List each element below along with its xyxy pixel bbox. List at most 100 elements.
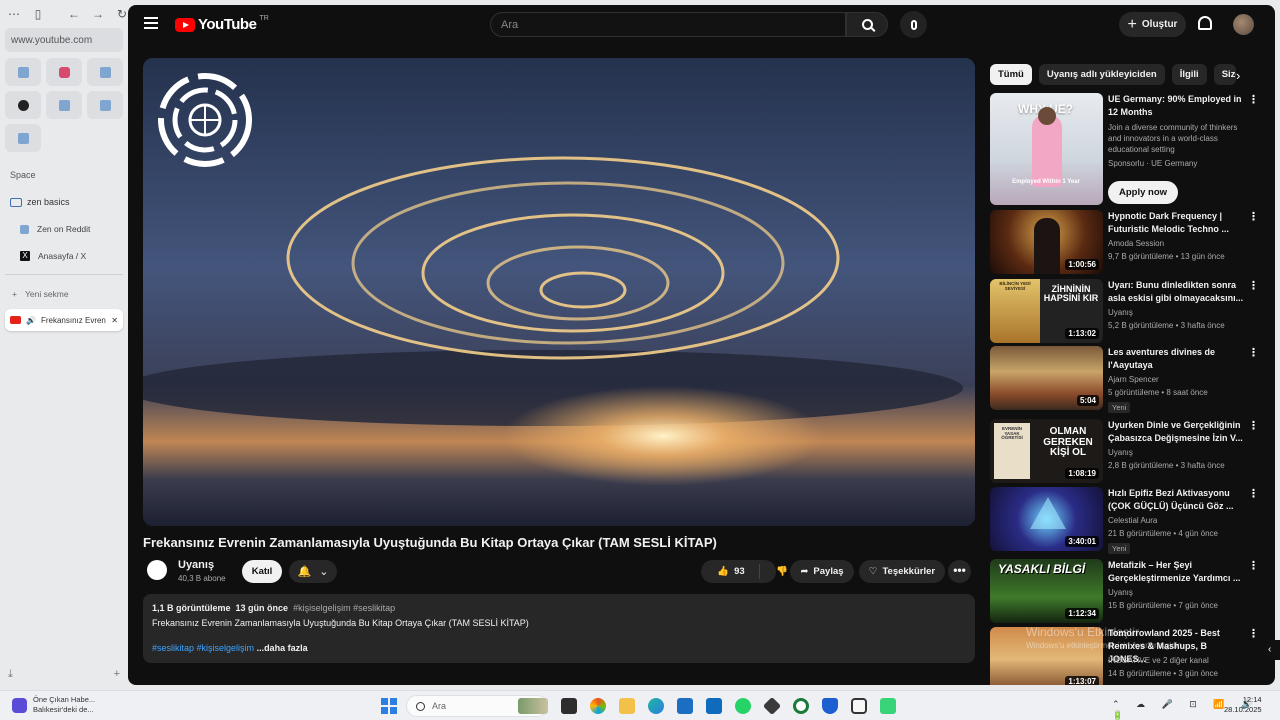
chip-for-you[interactable]: Size	[1213, 64, 1236, 85]
ad-thumbnail: WHY UE? Employed Within 1 Year	[990, 93, 1103, 205]
duration-badge: 1:12:34	[1065, 608, 1099, 619]
chip-from-uploader[interactable]: Uyanış adlı yükleyiciden	[1038, 64, 1165, 85]
add-icon[interactable]: +	[114, 668, 120, 681]
search-highlight-icon[interactable]	[518, 698, 548, 714]
rec-channel: Amoda Session	[1108, 239, 1165, 248]
speaker-icon[interactable]: 🔊	[26, 316, 36, 325]
search-input[interactable]: Ara	[490, 12, 846, 37]
description-box[interactable]: 1,1 B görüntüleme 13 gün önce #kişiselge…	[143, 594, 975, 663]
more-options-icon[interactable]: ⋮	[1248, 279, 1259, 292]
back-icon[interactable]: ←	[68, 7, 80, 21]
list-item[interactable]: BİLİNCİN YEDİ SEVİYESİ ZİHNİNİN HAPSİNİ …	[990, 279, 1272, 345]
menu-dots-icon[interactable]: ⋯	[8, 7, 20, 21]
site-icon	[17, 132, 29, 144]
youtube-play-icon	[175, 17, 195, 32]
share-label: Paylaş	[813, 566, 844, 577]
active-tab[interactable]: 🔊 Frekansınız Evren ✕	[5, 309, 123, 331]
pinned-tab[interactable]	[5, 58, 41, 86]
youtube-logo[interactable]: YouTube TR	[175, 15, 269, 33]
news-widget[interactable]: Öne Çıkan Habe... Balıkesir'deki de...	[12, 695, 95, 715]
pinned-tab[interactable]	[5, 91, 41, 119]
defender-icon[interactable]	[822, 698, 838, 714]
thumb-headline: ZİHNİNİN HAPSİNİ KIR	[1043, 284, 1099, 304]
folder-icon	[10, 197, 22, 207]
thanks-button[interactable]: ♡ Teşekkürler	[859, 560, 945, 583]
side-panel-toggle-icon[interactable]: ‹	[1265, 640, 1280, 660]
apply-now-button[interactable]: Apply now	[1108, 181, 1179, 204]
subscription-bell-button[interactable]: 🔔 ⌄	[289, 560, 337, 583]
sponsored-label: Sponsorlu · UE Germany	[1108, 159, 1198, 168]
app-cube-icon[interactable]	[762, 696, 782, 716]
more-options-icon[interactable]: ⋮	[1248, 487, 1259, 500]
edge-icon[interactable]	[648, 698, 664, 714]
more-options-icon[interactable]: ⋮	[1248, 93, 1259, 106]
copilot-icon[interactable]	[590, 698, 606, 714]
store-icon[interactable]	[677, 698, 693, 714]
chevron-right-icon[interactable]: ›	[1236, 68, 1240, 83]
more-options-icon[interactable]: ⋮	[1248, 210, 1259, 223]
list-item[interactable]: 5:04 Les aventures divines de l'Aayutaya…	[990, 346, 1272, 418]
channel-name[interactable]: Uyanış	[178, 559, 214, 571]
list-item[interactable]: 1:00:56 Hypnotic Dark Frequency | Futuri…	[990, 210, 1272, 276]
sponsored-item[interactable]: WHY UE? Employed Within 1 Year UE German…	[990, 93, 1272, 208]
news-title: Öne Çıkan Habe...	[33, 695, 96, 704]
join-button[interactable]: Katıl	[242, 560, 282, 583]
pinned-tab[interactable]	[46, 58, 82, 86]
list-item[interactable]: EVRENİN YASAK ÖĞRETİSİ OLMAN GEREKEN KİŞ…	[990, 419, 1272, 485]
country-code: TR	[259, 15, 269, 22]
sidebar-toggle-icon[interactable]: ▯	[32, 7, 44, 21]
header-hashtags[interactable]: #kişiselgelişim #seslikitap	[293, 603, 395, 613]
create-button[interactable]: + Oluştur	[1119, 12, 1186, 37]
rec-title: Hypnotic Dark Frequency | Futuristic Mel…	[1108, 211, 1229, 234]
share-icon: ➦	[800, 566, 809, 577]
new-tab-button[interactable]: + Yeni sekme	[12, 289, 69, 299]
close-icon[interactable]: ✕	[111, 316, 118, 325]
pinned-tab[interactable]	[5, 124, 41, 152]
pinned-tab[interactable]	[87, 58, 123, 86]
hashtag-links[interactable]: #seslikitap #kişiselgelişim	[152, 643, 254, 653]
notifications-bell-icon[interactable]	[1198, 16, 1212, 30]
share-button[interactable]: ➦ Paylaş	[790, 560, 854, 583]
download-icon[interactable]: ⤓	[8, 668, 13, 681]
list-item[interactable]: 3:40:01 Hızlı Epifiz Bezi Aktivasyonu (Ç…	[990, 487, 1272, 559]
clock[interactable]: 12:14 28.10.2025	[1224, 695, 1262, 715]
pinned-tab[interactable]	[46, 91, 82, 119]
duration-badge: 5:04	[1076, 395, 1099, 406]
like-button[interactable]: 👍 93	[701, 560, 776, 583]
forward-icon[interactable]: →	[92, 7, 104, 21]
list-item[interactable]: YASAKLI BİLGİ 1:12:34 Metafizik – Her Şe…	[990, 559, 1272, 625]
task-view-icon[interactable]	[561, 698, 577, 714]
reload-icon[interactable]: ↻	[116, 7, 128, 21]
more-options-icon[interactable]: ⋮	[1248, 346, 1259, 359]
hamburger-menu-icon[interactable]	[144, 17, 158, 32]
more-options-icon[interactable]: ⋮	[1248, 627, 1259, 640]
thanks-label: Teşekkürler	[882, 566, 936, 577]
more-options-icon[interactable]: ⋮	[1248, 419, 1259, 432]
logo-text: YouTube	[198, 16, 257, 33]
chip-related[interactable]: İlgili	[1171, 64, 1207, 85]
voice-search-button[interactable]	[900, 11, 927, 38]
channel-avatar[interactable]	[147, 560, 167, 580]
file-explorer-icon[interactable]	[619, 698, 635, 714]
show-more-link[interactable]: ...daha fazla	[257, 643, 308, 653]
video-player[interactable]	[143, 58, 975, 526]
outlook-icon[interactable]	[706, 698, 722, 714]
tab-zen-on-reddit[interactable]: Zen on Reddit	[20, 224, 90, 234]
windows-start-icon[interactable]	[381, 698, 397, 714]
avatar[interactable]	[1233, 14, 1254, 35]
url-bar[interactable]: www.youtube.com	[5, 28, 123, 52]
chip-all[interactable]: Tümü	[990, 64, 1032, 85]
zen-browser-icon[interactable]	[851, 698, 867, 714]
folder-zen-basics[interactable]: zen basics	[10, 197, 70, 207]
more-options-icon[interactable]: ⋮	[1248, 559, 1259, 572]
create-label: Oluştur	[1141, 19, 1178, 30]
tab-anasayfa-x[interactable]: X Anasayfa / X	[20, 251, 86, 261]
whatsapp-icon[interactable]	[735, 698, 751, 714]
rec-channel: Ajarn Spencer	[1108, 375, 1159, 384]
app-ring-icon[interactable]	[793, 698, 809, 714]
app-green-icon[interactable]	[880, 698, 896, 714]
search-button[interactable]	[846, 12, 888, 37]
pinned-tab[interactable]	[87, 91, 123, 119]
folder-label: zen basics	[27, 197, 70, 207]
more-actions-button[interactable]: •••	[948, 560, 971, 583]
